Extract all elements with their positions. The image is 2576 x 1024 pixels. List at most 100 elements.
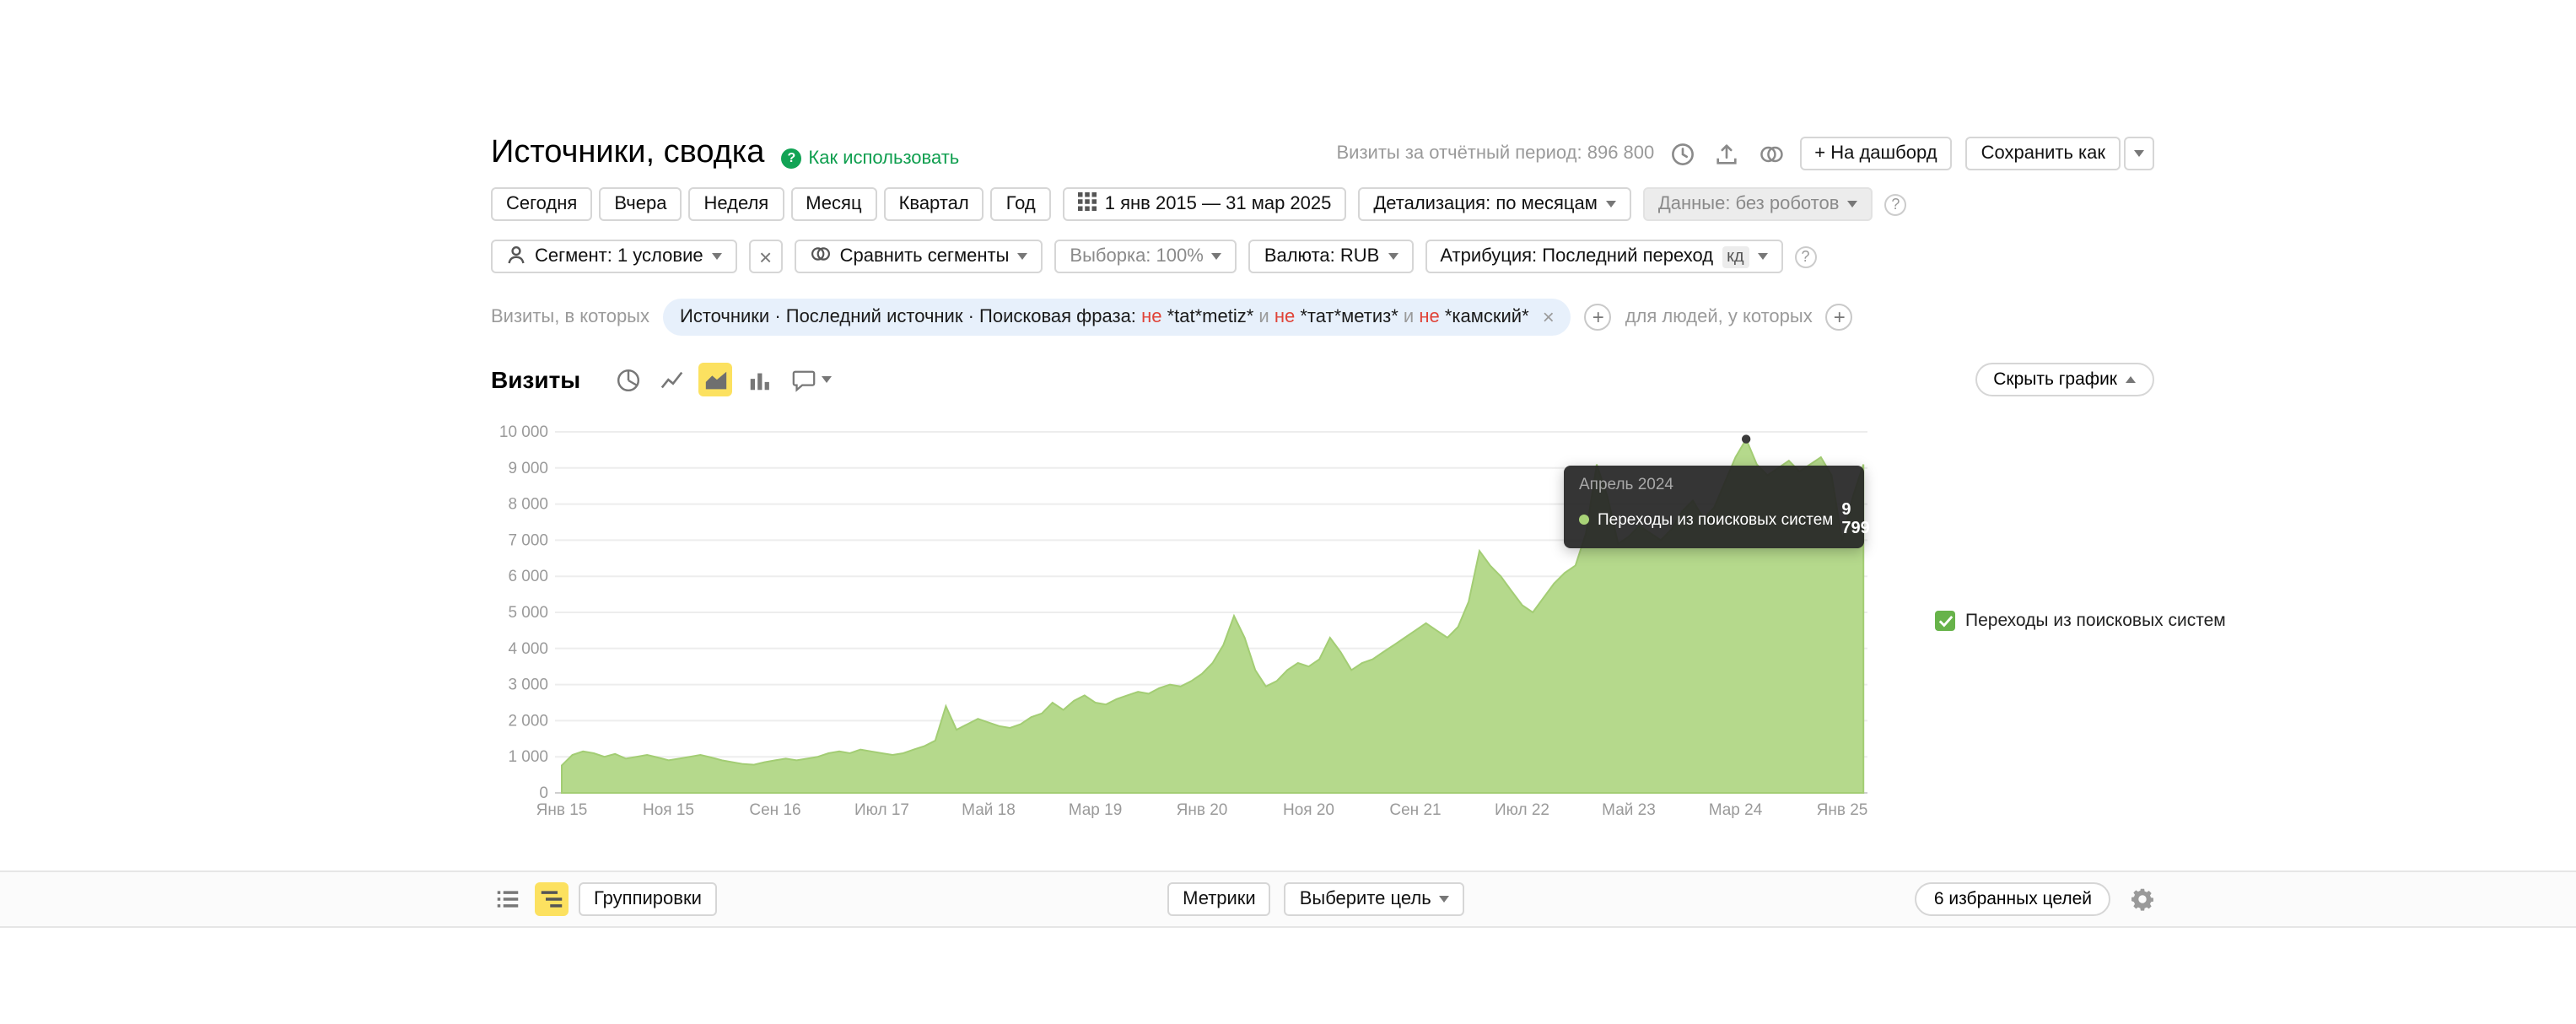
compare-segments-button[interactable]: Сравнить сегменты xyxy=(795,240,1043,273)
chart-header: Визиты Скрыть график xyxy=(491,363,2154,396)
chip-remove-icon[interactable]: × xyxy=(1543,305,1555,329)
chevron-down-icon xyxy=(1212,253,1222,260)
svg-text:Июл 22: Июл 22 xyxy=(1495,801,1549,819)
line-chart-icon[interactable] xyxy=(655,363,688,396)
svg-text:Мар 24: Мар 24 xyxy=(1709,801,1763,819)
tooltip-series-dot xyxy=(1579,515,1589,525)
date-preset-3[interactable]: Месяц xyxy=(790,187,876,221)
svg-text:1 000: 1 000 xyxy=(508,748,548,766)
help-icon[interactable]: ? xyxy=(1795,245,1817,267)
svg-text:Мар 19: Мар 19 xyxy=(1069,801,1123,819)
tooltip-value: 9 799 xyxy=(1841,501,1869,538)
granularity-label: Детализация: по месяцам xyxy=(1373,194,1597,214)
svg-text:0: 0 xyxy=(539,784,548,802)
date-preset-2[interactable]: Неделя xyxy=(688,187,784,221)
visits-in-which-label: Визиты, в которых xyxy=(491,307,649,327)
date-presets: СегодняВчераНеделяМесяцКварталГод xyxy=(491,187,1051,221)
page: Источники, сводка ? Как использовать Виз… xyxy=(0,0,2576,1024)
segment-chip-text: Источники · Последний источник · Поисков… xyxy=(680,307,1529,327)
svg-text:Янв 25: Янв 25 xyxy=(1817,801,1868,819)
chevron-down-icon xyxy=(1847,201,1857,207)
tree-view-icon[interactable] xyxy=(535,882,569,916)
segments-compare-icon[interactable] xyxy=(1755,138,1786,169)
page-title: Источники, сводка xyxy=(491,135,764,172)
chevron-down-icon xyxy=(1017,253,1027,260)
chevron-up-icon xyxy=(2126,376,2136,383)
tooltip-date: Апрель 2024 xyxy=(1579,476,1849,494)
gear-icon[interactable] xyxy=(2131,887,2154,911)
add-to-dashboard-button[interactable]: + На дашборд xyxy=(1799,137,1952,170)
svg-text:Ноя 15: Ноя 15 xyxy=(643,801,694,819)
compare-icon xyxy=(810,245,832,268)
date-preset-0[interactable]: Сегодня xyxy=(491,187,592,221)
svg-text:Ноя 20: Ноя 20 xyxy=(1283,801,1334,819)
data-mode-label: Данные: без роботов xyxy=(1658,194,1840,214)
svg-text:3 000: 3 000 xyxy=(508,676,548,694)
segment-button[interactable]: Сегмент: 1 условие xyxy=(491,240,737,273)
svg-text:Янв 15: Янв 15 xyxy=(536,801,588,819)
attribution-label: Атрибуция: Последний переход xyxy=(1440,246,1713,267)
attribution-badge: кд xyxy=(1722,245,1749,267)
currency-label: Валюта: RUB xyxy=(1264,246,1380,267)
chevron-down-icon xyxy=(2134,150,2144,157)
currency-button[interactable]: Валюта: RUB xyxy=(1249,240,1414,273)
save-as-dropdown-button[interactable] xyxy=(2124,137,2154,170)
how-to-use-label: Как использовать xyxy=(808,148,959,168)
pie-chart-icon[interactable] xyxy=(611,363,644,396)
help-icon[interactable]: ? xyxy=(1884,193,1906,215)
close-icon: × xyxy=(759,244,772,269)
legend-checkbox[interactable] xyxy=(1935,611,1955,631)
segment-label: Сегмент: 1 условие xyxy=(535,246,703,267)
export-icon[interactable] xyxy=(1711,138,1742,169)
date-range-label: 1 янв 2015 — 31 мар 2025 xyxy=(1105,194,1332,214)
svg-text:Сен 21: Сен 21 xyxy=(1389,801,1441,819)
person-icon xyxy=(506,244,526,269)
groupings-button[interactable]: Группировки xyxy=(579,882,717,916)
svg-text:10 000: 10 000 xyxy=(499,423,548,441)
sampling-button[interactable]: Выборка: 100% xyxy=(1054,240,1237,273)
date-preset-5[interactable]: Год xyxy=(991,187,1051,221)
attribution-button[interactable]: Атрибуция: Последний переход кд xyxy=(1425,240,1782,273)
favorite-goals-button[interactable]: 6 избранных целей xyxy=(1916,882,2110,916)
hide-chart-button[interactable]: Скрыть график xyxy=(1975,363,2154,396)
svg-text:Янв 20: Янв 20 xyxy=(1177,801,1228,819)
legend-label: Переходы из поисковых систем xyxy=(1965,611,2226,631)
chevron-down-icon xyxy=(1440,896,1450,903)
annotations-icon[interactable] xyxy=(786,363,837,396)
choose-goal-button[interactable]: Выберите цель xyxy=(1285,882,1465,916)
filters-row: Сегмент: 1 условие × Сравнить сегменты В… xyxy=(491,240,2154,273)
tooltip-series-name: Переходы из поисковых систем xyxy=(1598,510,1833,529)
area-chart-icon[interactable] xyxy=(698,363,732,396)
segment-chip[interactable]: Источники · Последний источник · Поисков… xyxy=(663,299,1571,336)
how-to-use-link[interactable]: ? Как использовать xyxy=(781,148,959,168)
data-mode-button[interactable]: Данные: без роботов xyxy=(1643,187,1873,221)
list-view-icon[interactable] xyxy=(491,882,525,916)
svg-text:Сен 16: Сен 16 xyxy=(749,801,800,819)
history-icon[interactable] xyxy=(1668,138,1698,169)
chevron-down-icon xyxy=(1758,253,1768,260)
add-visit-condition-button[interactable]: + xyxy=(1585,304,1612,331)
svg-text:Май 18: Май 18 xyxy=(962,801,1016,819)
bottom-toolbar: Группировки Метрики Выберите цель 6 избр… xyxy=(0,870,2576,928)
svg-text:9 000: 9 000 xyxy=(508,460,548,477)
metrics-button[interactable]: Метрики xyxy=(1167,882,1271,916)
svg-text:5 000: 5 000 xyxy=(508,604,548,622)
chart-tooltip: Апрель 2024 Переходы из поисковых систем… xyxy=(1564,466,1864,548)
add-people-condition-button[interactable]: + xyxy=(1826,304,1853,331)
save-as-button[interactable]: Сохранить как xyxy=(1966,137,2121,170)
chevron-down-icon xyxy=(712,253,722,260)
date-range-button[interactable]: 1 янв 2015 — 31 мар 2025 xyxy=(1063,187,1347,221)
chevron-down-icon xyxy=(822,376,832,383)
granularity-button[interactable]: Детализация: по месяцам xyxy=(1358,187,1630,221)
date-controls-row: СегодняВчераНеделяМесяцКварталГод 1 янв … xyxy=(491,187,2154,221)
segment-conditions-row: Визиты, в которых Источники · Последний … xyxy=(491,299,2154,336)
svg-text:Июл 17: Июл 17 xyxy=(854,801,909,819)
date-preset-4[interactable]: Квартал xyxy=(884,187,984,221)
svg-text:7 000: 7 000 xyxy=(508,531,548,549)
legend-item[interactable]: Переходы из поисковых систем xyxy=(1935,611,2226,631)
period-visits-label: Визиты за отчётный период: 896 800 xyxy=(1337,143,1655,164)
bar-chart-icon[interactable] xyxy=(742,363,776,396)
sampling-label: Выборка: 100% xyxy=(1070,246,1203,267)
date-preset-1[interactable]: Вчера xyxy=(599,187,682,221)
clear-segment-button[interactable]: × xyxy=(749,240,783,273)
